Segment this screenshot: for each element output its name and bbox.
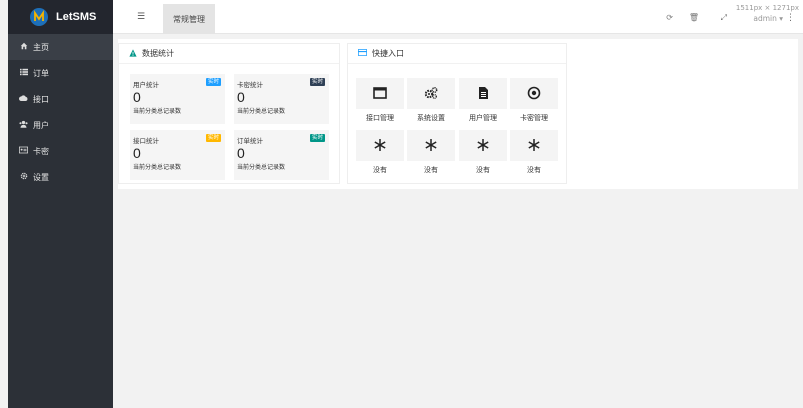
stat-value: 0 <box>133 145 141 161</box>
quick-user-management[interactable]: 用户管理 <box>459 78 507 123</box>
sidebar-item-label: 接口 <box>33 94 49 104</box>
tab-label: 常规管理 <box>173 14 205 24</box>
logo-icon <box>30 8 48 26</box>
tab-general-management[interactable]: 常规管理 <box>163 4 215 34</box>
quick-label: 接口管理 <box>366 114 394 122</box>
size-readout: 1511px × 1271px <box>735 4 799 12</box>
stats-card-title: 数据统计 <box>142 49 174 58</box>
quick-access-card-title: 快捷入口 <box>372 49 404 58</box>
snowflake-icon <box>424 138 438 154</box>
realtime-badge: 实时 <box>205 78 221 86</box>
users-icon <box>18 120 29 130</box>
quick-access-card-header: 快捷入口 <box>348 44 566 64</box>
sidebar-item-cards[interactable]: 卡密 <box>8 138 113 164</box>
quick-label: 没有 <box>527 166 541 174</box>
sidebar-item-users[interactable]: 用户 <box>8 112 113 138</box>
gears-icon <box>424 86 438 102</box>
stats-card-header: 数据统计 <box>119 44 339 64</box>
quick-access-card: 快捷入口 接口管理 系统设置 用户管理 卡密管理 没有 没有 没有 没有 <box>347 43 567 184</box>
sidebar-item-label: 订单 <box>33 68 49 78</box>
warning-icon <box>129 48 137 59</box>
document-icon <box>476 86 490 102</box>
sidebar-item-orders[interactable]: 订单 <box>8 60 113 86</box>
sidebar-item-label: 设置 <box>33 172 49 182</box>
stat-card-count: 卡密统计 实时 0 当前分类总记录数 <box>234 74 329 124</box>
gear-icon <box>18 172 29 182</box>
app-name: LetSMS <box>56 11 97 23</box>
quick-none-3[interactable]: 没有 <box>459 130 507 175</box>
realtime-badge: 实时 <box>309 78 325 86</box>
fullscreen-icon[interactable]: ⤢ <box>721 13 727 23</box>
stat-order-count: 订单统计 实时 0 当前分类总记录数 <box>234 130 329 180</box>
credit-card-icon <box>358 49 367 58</box>
refresh-icon[interactable]: ⟳ <box>666 13 673 22</box>
caret-down-icon: ▾ <box>779 14 783 23</box>
stat-desc: 当前分类总记录数 <box>133 164 182 171</box>
quick-api-management[interactable]: 接口管理 <box>356 78 404 123</box>
top-bar: ☰ 常规管理 ⟳ 🗑 ⤢ 1511px × 1271px admin ▾ ⋮ <box>113 0 803 34</box>
stat-value: 0 <box>133 89 141 105</box>
quick-none-4[interactable]: 没有 <box>510 130 558 175</box>
snowflake-icon <box>373 138 387 154</box>
sidebar-item-label: 主页 <box>33 42 49 52</box>
stat-api-count: 接口统计 实时 0 当前分类总记录数 <box>130 130 225 180</box>
stat-desc: 当前分类总记录数 <box>133 108 182 115</box>
stat-user-count: 用户统计 实时 0 当前分类总记录数 <box>130 74 225 124</box>
quick-none-1[interactable]: 没有 <box>356 130 404 175</box>
trash-icon[interactable]: 🗑 <box>689 13 699 22</box>
list-icon <box>18 68 29 78</box>
target-icon <box>527 86 541 102</box>
sidebar-item-settings[interactable]: 设置 <box>8 164 113 190</box>
sidebar: LetSMS 主页 订单 接口 用户 卡密 设置 <box>8 0 113 408</box>
stats-card: 数据统计 用户统计 实时 0 当前分类总记录数 卡密统计 实时 0 当前分类总记… <box>118 43 340 184</box>
stat-desc: 当前分类总记录数 <box>237 108 286 115</box>
snowflake-icon <box>527 138 541 154</box>
main-content: 数据统计 用户统计 实时 0 当前分类总记录数 卡密统计 实时 0 当前分类总记… <box>113 34 803 408</box>
quick-card-management[interactable]: 卡密管理 <box>510 78 558 123</box>
quick-label: 没有 <box>373 166 387 174</box>
quick-system-settings[interactable]: 系统设置 <box>407 78 455 123</box>
user-menu[interactable]: admin ▾ <box>753 14 783 23</box>
sidebar-item-home[interactable]: 主页 <box>8 34 113 60</box>
logo[interactable]: LetSMS <box>8 0 113 34</box>
dashboard-panel: 数据统计 用户统计 实时 0 当前分类总记录数 卡密统计 实时 0 当前分类总记… <box>118 39 798 189</box>
stat-desc: 当前分类总记录数 <box>237 164 286 171</box>
menu-toggle-icon[interactable]: ☰ <box>137 12 145 22</box>
home-icon <box>18 42 29 52</box>
quick-label: 没有 <box>424 166 438 174</box>
realtime-badge: 实时 <box>205 134 221 142</box>
stat-value: 0 <box>237 89 245 105</box>
more-vertical-icon[interactable]: ⋮ <box>786 13 795 23</box>
sidebar-item-label: 用户 <box>33 120 49 130</box>
window-icon <box>373 86 387 102</box>
quick-label: 没有 <box>476 166 490 174</box>
stat-value: 0 <box>237 145 245 161</box>
id-card-icon <box>18 146 29 156</box>
snowflake-icon <box>476 138 490 154</box>
sidebar-item-api[interactable]: 接口 <box>8 86 113 112</box>
sidebar-item-label: 卡密 <box>33 146 49 156</box>
quick-none-2[interactable]: 没有 <box>407 130 455 175</box>
quick-label: 用户管理 <box>469 114 497 122</box>
realtime-badge: 实时 <box>309 134 325 142</box>
quick-label: 系统设置 <box>417 114 445 122</box>
cloud-icon <box>18 94 29 104</box>
user-name: admin <box>753 14 777 23</box>
quick-label: 卡密管理 <box>520 114 548 122</box>
